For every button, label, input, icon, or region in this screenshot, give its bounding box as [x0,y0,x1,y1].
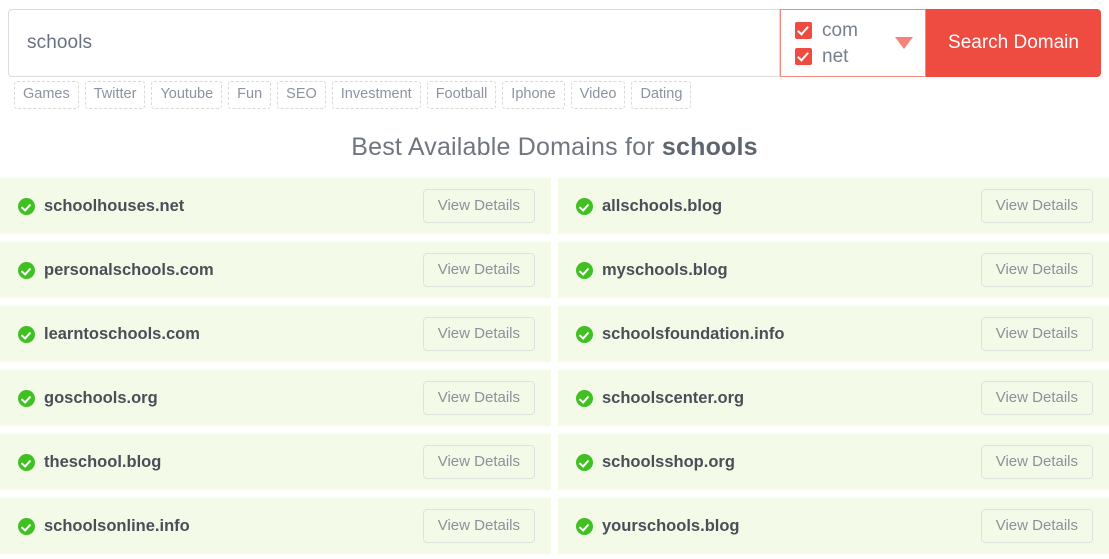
search-input-wrapper[interactable] [8,9,780,77]
view-details-button[interactable]: View Details [980,509,1093,543]
tag-investment[interactable]: Investment [331,81,421,109]
check-circle-icon [18,517,35,535]
domain-cell: theschool.blog [18,453,423,472]
tag-youtube[interactable]: Youtube [151,81,223,109]
domain-name: allschools.blog [602,196,723,215]
domain-name: theschool.blog [44,452,162,471]
domain-cell: yourschools.blog [576,517,981,536]
check-circle-icon [576,389,593,407]
domain-cell: schoolscenter.org [576,389,981,408]
view-details-button[interactable]: View Details [980,317,1093,351]
search-bar: com net Search Domain [8,9,1101,77]
domain-cell: allschools.blog [576,197,981,216]
page-title-keyword: schools [661,133,758,161]
page-title: Best Available Domains for schools [0,133,1109,162]
results-column-right: allschools.blog View Details myschools.b… [558,178,1109,554]
tag-seo[interactable]: SEO [277,81,326,109]
check-circle-icon [576,517,593,535]
table-row[interactable]: goschools.org View Details [0,370,551,426]
check-circle-icon [576,325,593,343]
checkbox-checked-icon[interactable] [795,21,812,39]
check-circle-icon [18,389,35,407]
tld-selector[interactable]: com net [780,9,926,77]
view-details-button[interactable]: View Details [422,381,535,415]
domain-name: schoolscenter.org [602,388,745,407]
tld-option-label: net [822,45,849,67]
domain-cell: goschools.org [18,389,423,408]
table-row[interactable]: schoolhouses.net View Details [0,178,551,234]
domain-cell: personalschools.com [18,261,423,280]
domain-name: personalschools.com [44,260,214,279]
domain-cell: myschools.blog [576,261,981,280]
domain-name: schoolsshop.org [602,452,735,471]
check-circle-icon [576,197,593,215]
results-column-left: schoolhouses.net View Details personalsc… [0,178,551,554]
domain-name: goschools.org [44,388,158,407]
check-circle-icon [576,453,593,471]
table-row[interactable]: schoolscenter.org View Details [558,370,1109,426]
domain-name: schoolsfoundation.info [602,324,785,343]
domain-cell: schoolhouses.net [18,197,423,216]
domain-name: myschools.blog [602,260,728,279]
domain-cell: schoolsshop.org [576,453,981,472]
table-row[interactable]: schoolsshop.org View Details [558,434,1109,490]
check-circle-icon [18,197,35,215]
tag-video[interactable]: Video [570,81,626,109]
search-input[interactable] [9,32,779,54]
view-details-button[interactable]: View Details [422,445,535,479]
domain-cell: schoolsonline.info [18,517,423,536]
table-row[interactable]: personalschools.com View Details [0,242,551,298]
table-row[interactable]: schoolsfoundation.info View Details [558,306,1109,362]
checkbox-checked-icon[interactable] [795,47,812,65]
tag-dating[interactable]: Dating [631,81,692,109]
domain-name: yourschools.blog [602,516,740,535]
view-details-button[interactable]: View Details [422,317,535,351]
tag-games[interactable]: Games [14,81,79,109]
table-row[interactable]: learntoschools.com View Details [0,306,551,362]
page-title-prefix: Best Available Domains for [351,133,662,161]
suggested-keyword-tags: Games Twitter Youtube Fun SEO Investment… [14,81,1109,109]
table-row[interactable]: yourschools.blog View Details [558,498,1109,554]
domain-name: learntoschools.com [44,324,200,343]
view-details-button[interactable]: View Details [980,189,1093,223]
view-details-button[interactable]: View Details [980,253,1093,287]
view-details-button[interactable]: View Details [980,445,1093,479]
domain-cell: learntoschools.com [18,325,423,344]
view-details-button[interactable]: View Details [980,381,1093,415]
check-circle-icon [18,261,35,279]
view-details-button[interactable]: View Details [422,253,535,287]
domain-name: schoolhouses.net [44,196,185,215]
table-row[interactable]: allschools.blog View Details [558,178,1109,234]
table-row[interactable]: myschools.blog View Details [558,242,1109,298]
chevron-down-icon[interactable] [895,37,913,49]
tag-football[interactable]: Football [426,81,497,109]
tag-iphone[interactable]: Iphone [502,81,565,109]
check-circle-icon [576,261,593,279]
tag-fun[interactable]: Fun [228,81,272,109]
view-details-button[interactable]: View Details [422,509,535,543]
view-details-button[interactable]: View Details [422,189,535,223]
results-grid: schoolhouses.net View Details personalsc… [0,178,1109,554]
table-row[interactable]: schoolsonline.info View Details [0,498,551,554]
search-domain-button[interactable]: Search Domain [926,9,1101,77]
tld-option-label: com [822,19,858,41]
domain-search-page: com net Search Domain Games Twitter Yout… [0,9,1109,559]
check-circle-icon [18,453,35,471]
domain-name: schoolsonline.info [44,516,190,535]
tag-twitter[interactable]: Twitter [84,81,146,109]
domain-cell: schoolsfoundation.info [576,325,981,344]
check-circle-icon [18,325,35,343]
table-row[interactable]: theschool.blog View Details [0,434,551,490]
